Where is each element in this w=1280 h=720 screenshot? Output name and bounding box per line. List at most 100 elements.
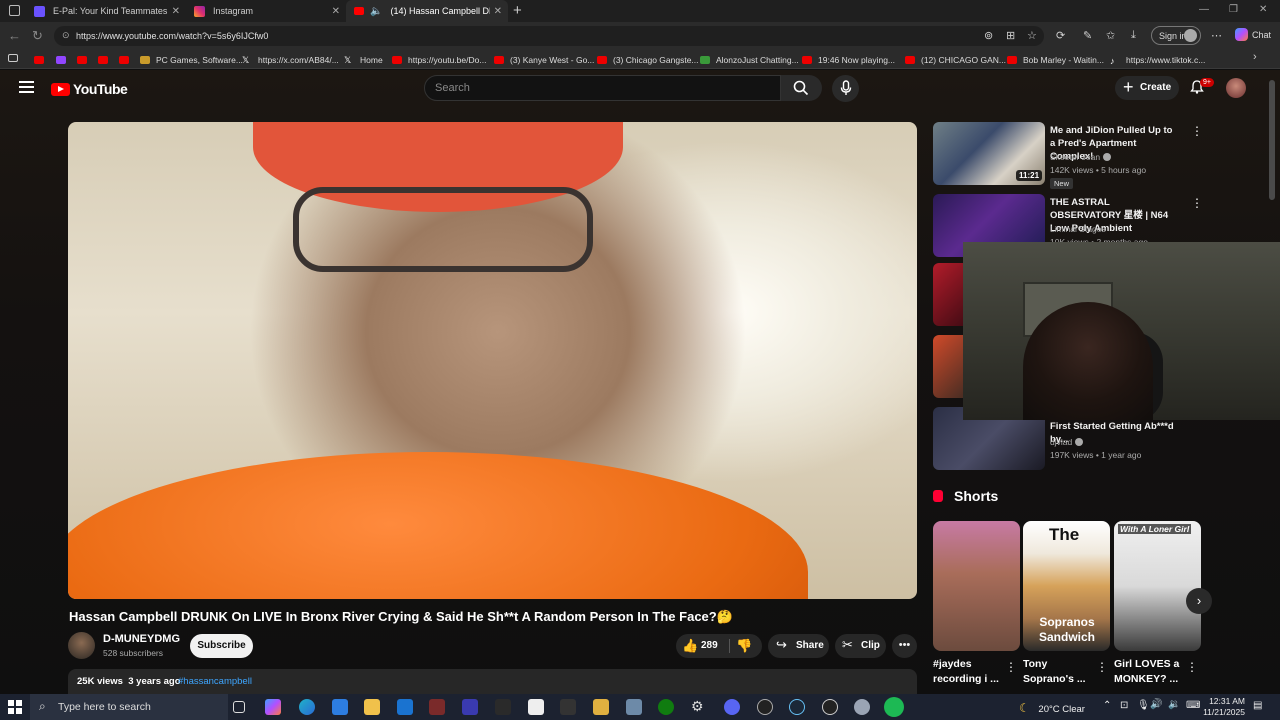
more-actions-icon[interactable]: ••• [892, 634, 917, 658]
bookmark-item[interactable]: PC Games, Software... [140, 53, 243, 66]
short-thumbnail[interactable]: With A Loner Girl [1114, 521, 1201, 651]
mute-tab-icon[interactable]: 🔈 [370, 6, 382, 17]
game-app-icon[interactable] [560, 699, 576, 715]
game-app-icon[interactable] [757, 699, 773, 715]
app-icon[interactable] [854, 699, 870, 715]
bookmark-item[interactable]: 𝕏 Home [344, 53, 383, 66]
short-title[interactable]: #jaydes recording i ... [933, 657, 1009, 687]
bookmark-item[interactable] [119, 53, 135, 66]
kebab-menu-icon[interactable]: ⋮ [1186, 660, 1198, 674]
windows-start-icon[interactable] [8, 700, 22, 714]
edge-icon[interactable] [299, 699, 315, 715]
page-scrollbar[interactable] [1269, 80, 1275, 690]
more-options-icon[interactable]: ⋯ [1211, 29, 1222, 42]
close-tab-icon[interactable]: ✕ [494, 6, 502, 17]
bookmark-item[interactable]: ♪ https://www.tiktok.c... [1110, 53, 1205, 66]
translate-icon[interactable]: ⊚ [984, 29, 993, 42]
bookmark-folder-icon[interactable] [8, 54, 18, 62]
recommended-video[interactable]: 11:21 Me and JiDion Pulled Up to a Pred'… [933, 122, 1263, 192]
weather-widget[interactable]: ☾ 20°C Clear [1019, 701, 1085, 715]
close-tab-icon[interactable]: ✕ [332, 6, 340, 17]
bookmark-item[interactable]: (12) CHICAGO GAN... [905, 53, 1006, 66]
dislike-thumb-icon[interactable]: 👎 [736, 638, 752, 654]
extensions-icon[interactable]: ✎ [1083, 29, 1092, 42]
app-icon[interactable] [822, 699, 838, 715]
steam-icon[interactable] [789, 699, 805, 715]
short-thumbnail[interactable] [933, 521, 1020, 651]
bookmark-item[interactable] [34, 53, 50, 66]
create-button[interactable]: Create [1115, 76, 1179, 100]
menu-icon[interactable] [19, 81, 34, 93]
store-icon[interactable] [332, 699, 348, 715]
kebab-menu-icon[interactable]: ⋮ [1191, 196, 1203, 210]
volume-icon[interactable]: 🔉 [1168, 699, 1180, 710]
short-title[interactable]: Tony Soprano's ... [1023, 657, 1099, 687]
app-available-icon[interactable]: ⊞ [1006, 29, 1015, 42]
bookmark-item[interactable]: https://youtu.be/Do... [392, 53, 486, 66]
game-app-icon[interactable] [462, 699, 478, 715]
copilot-chat-button[interactable]: Chat [1232, 26, 1276, 45]
hashtag-link[interactable]: #hassancampbell [178, 676, 252, 687]
search-input[interactable]: Search [424, 75, 781, 101]
share-button[interactable]: ↪ Share [768, 634, 829, 658]
taskbar-search-input[interactable]: ⌕ Type here to search [30, 694, 228, 720]
tab-instagram[interactable]: Instagram ✕ [186, 0, 346, 22]
voice-search-button[interactable] [832, 75, 859, 102]
bookmark-item[interactable] [98, 53, 114, 66]
kebab-menu-icon[interactable]: ⋮ [1005, 660, 1017, 674]
bookmark-item[interactable] [56, 53, 72, 66]
close-tab-icon[interactable]: ✕ [172, 6, 180, 17]
url-field[interactable]: ⊙ https://www.youtube.com/watch?v=5s6y6I… [54, 26, 1044, 46]
floating-webcam-overlay[interactable] [963, 242, 1280, 420]
bookmark-item[interactable]: (3) Kanye West - Go... [494, 53, 594, 66]
file-explorer-icon[interactable] [364, 699, 380, 715]
recommended-channel[interactable]: djvlad [1050, 437, 1084, 447]
game-app-icon[interactable] [429, 699, 445, 715]
subscribe-button[interactable]: Subscribe [190, 634, 253, 658]
channel-avatar[interactable] [68, 632, 95, 659]
discord-icon[interactable] [724, 699, 740, 715]
youtube-logo[interactable]: YouTube [51, 81, 128, 97]
more-bookmarks-icon[interactable]: › [1253, 51, 1257, 63]
network-icon[interactable]: ⊡ [1120, 700, 1128, 711]
bookmark-item[interactable] [77, 53, 93, 66]
channel-name[interactable]: D-MUNEYDMG [103, 633, 180, 645]
tray-overflow-icon[interactable]: ⌃ [1103, 700, 1111, 711]
bookmark-item[interactable]: 𝕏https://x.com/AB84/... [242, 53, 339, 66]
xbox-icon[interactable] [658, 699, 674, 715]
account-avatar[interactable] [1226, 78, 1246, 98]
language-icon[interactable]: ⌨ [1186, 700, 1200, 711]
bookmark-item[interactable]: Bob Marley - Waitin... [1007, 53, 1104, 66]
game-app-icon[interactable] [495, 699, 511, 715]
bookmark-item[interactable]: 19:46 Now playing... [802, 53, 895, 66]
refresh-icon[interactable]: ↻ [32, 28, 43, 44]
speaker-icon[interactable]: 🔊 [1150, 699, 1162, 710]
shorts-next-arrow-icon[interactable]: › [1186, 588, 1212, 614]
recommended-channel[interactable]: Liminal Stages [1050, 224, 1106, 234]
clip-button[interactable]: ✂ Clip [835, 634, 886, 658]
system-clock[interactable]: 12:31 AM 11/21/2025 [1200, 696, 1245, 718]
game-app-icon[interactable] [528, 699, 544, 715]
close-window-icon[interactable]: ✕ [1259, 4, 1267, 15]
game-app-icon[interactable] [593, 699, 609, 715]
like-count[interactable]: 289 [701, 640, 718, 651]
mic-tray-icon[interactable]: 🎙 [1137, 700, 1150, 711]
recommended-channel[interactable]: Skeeter Jean [1050, 152, 1112, 162]
outlook-icon[interactable] [397, 699, 413, 715]
scrollbar-thumb[interactable] [1269, 80, 1275, 200]
like-thumb-icon[interactable]: 👍 [682, 638, 698, 654]
settings-gear-icon[interactable]: ⚙ [691, 698, 707, 714]
tab-actions-icon[interactable] [9, 5, 20, 16]
sign-in-button[interactable]: Sign in [1151, 26, 1201, 45]
task-view-icon[interactable] [233, 701, 245, 713]
browser-essentials-icon[interactable]: ⟳ [1056, 29, 1065, 42]
download-icon[interactable]: ⤓ [1131, 29, 1136, 42]
restore-icon[interactable]: ❐ [1229, 4, 1238, 15]
search-button[interactable] [781, 75, 822, 101]
favorites-icon[interactable]: ✩ [1106, 29, 1115, 42]
minimize-icon[interactable]: — [1199, 4, 1209, 15]
game-app-icon[interactable] [626, 699, 642, 715]
kebab-menu-icon[interactable]: ⋮ [1096, 660, 1108, 674]
short-title[interactable]: Girl LOVES a MONKEY? ... [1114, 657, 1190, 687]
spotify-icon[interactable] [884, 697, 904, 717]
